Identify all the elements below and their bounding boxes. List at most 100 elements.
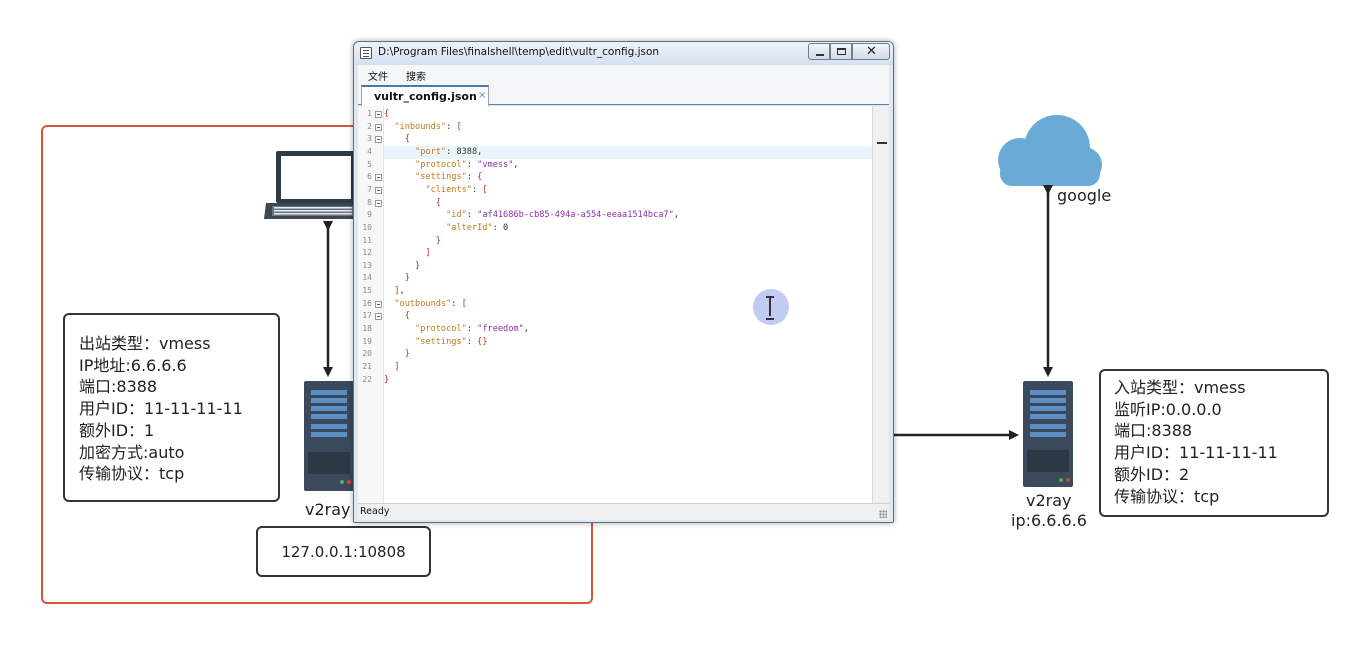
fold-toggle-icon[interactable] [375,174,382,182]
code-editor[interactable]: 1 2 3 4 5 6 7 8 9 10 11 12 13 14 15 16 17 18 19 20 21 22 { "i… [358,106,889,503]
tab-vultr-config[interactable]: vultr_config.json × [361,85,489,106]
line-number: 8 [367,197,372,207]
line-number: 2 [367,121,372,131]
close-icon: ✕ [866,44,877,59]
config-line: 监听IP:0.0.0.0 [1114,399,1222,419]
gutter-line: 8 [358,197,384,210]
local-proxy-box: 127.0.0.1:10808 [256,526,431,577]
config-line: IP地址:6.6.6.6 [79,355,187,375]
fold-toggle-icon[interactable] [375,111,382,118]
gutter-line: 21 [358,361,384,374]
cloud-icon [998,115,1102,186]
code-line[interactable]: } [384,374,872,387]
right-server-label: v2ray [1026,491,1072,510]
gutter-line: 6 [358,171,384,184]
line-number: 19 [362,336,372,346]
code-line[interactable]: { [384,310,872,323]
right-server-icon [1023,381,1073,487]
config-line: 入站类型：vmess [1114,378,1246,397]
fold-toggle-icon[interactable] [375,300,382,308]
gutter-line: 13 [358,260,384,273]
status-text: Ready [360,506,390,517]
config-line: 加密方式:auto [79,442,185,462]
line-number: 13 [362,260,372,270]
maximize-button[interactable] [830,43,852,60]
config-line: 用户ID：11-11-11-11 [79,399,243,419]
gutter-line: 17 [358,310,384,323]
config-line: 端口:8388 [1114,421,1193,441]
menu-search[interactable]: 搜索 [406,68,426,83]
line-number: 21 [362,362,372,371]
gutter-line: 19 [358,336,384,349]
menu-file[interactable]: 文件 [368,68,388,83]
fold-toggle-icon[interactable] [375,136,382,144]
code-line[interactable]: "alterId": 0 [384,222,872,235]
close-button[interactable]: ✕ [852,43,890,60]
config-line: 传输协议：tcp [1114,486,1220,506]
code-line[interactable]: "settings": {} [384,336,872,349]
status-bar: Ready [358,503,889,520]
line-number: 5 [367,159,372,169]
gutter-line: 14 [358,272,384,285]
scroll-marker [877,142,887,144]
line-number: 6 [367,172,372,182]
gutter-line: 7 [358,184,384,197]
config-line: 额外ID：1 [79,420,155,440]
code-line[interactable]: ] [384,247,872,260]
code-line[interactable]: } [384,260,872,273]
line-number: 17 [362,311,372,321]
fold-toggle-icon[interactable] [375,199,382,207]
config-line: 额外ID：2 [1114,464,1190,484]
code-line[interactable]: ], [384,285,872,298]
gutter-line: 3 [358,133,384,146]
local-proxy-address: 127.0.0.1:10808 [281,543,406,561]
gutter-line: 12 [358,247,384,260]
config-line: 端口:8388 [79,377,158,397]
gutter-line: 18 [358,323,384,336]
screen: 出站类型：vmess IP地址:6.6.6.6 端口:8388 用户ID：11-… [0,0,1359,663]
vertical-scrollbar[interactable] [872,106,889,503]
tab-close-icon[interactable]: × [478,90,486,101]
line-number: 3 [367,134,372,144]
code-line[interactable]: { [384,197,872,210]
config-line: 出站类型：vmess [79,334,211,353]
code-line[interactable]: "inbounds": [ [384,121,872,134]
gutter-line: 5 [358,159,384,172]
gutter-line: 11 [358,235,384,248]
code-area[interactable]: { "inbounds": [ { "port": 8388, "protoco… [384,106,872,503]
resize-grip-icon[interactable] [879,510,887,518]
code-line[interactable]: ] [384,361,872,374]
code-line[interactable]: "clients": [ [384,184,872,197]
tab-bar: vultr_config.json × [358,84,889,106]
line-number: 16 [362,298,372,308]
fold-toggle-icon[interactable] [375,313,382,321]
code-line[interactable]: "protocol": "vmess", [384,159,872,172]
code-line[interactable]: "settings": { [384,171,872,184]
left-server-icon [304,381,354,491]
text-cursor-icon [766,296,774,320]
code-line[interactable]: "outbounds": [ [384,298,872,311]
code-line[interactable]: { [384,133,872,146]
code-line[interactable]: "protocol": "freedom", [384,323,872,336]
fold-toggle-icon[interactable] [375,186,382,194]
code-line[interactable]: } [384,272,872,285]
code-line[interactable]: } [384,235,872,248]
fold-toggle-icon[interactable] [375,123,382,131]
editor-window[interactable]: D:\Program Files\finalshell\temp\edit\vu… [353,41,894,523]
gutter-line: 10 [358,222,384,235]
gutter-line: 16 [358,298,384,311]
line-number: 9 [367,210,372,220]
line-number: 10 [362,222,372,232]
code-line[interactable]: "port": 8388, [384,145,872,159]
code-line[interactable]: "id": "af41686b-cb85-494a-a554-eeaa1514b… [384,209,872,222]
line-number: 22 [362,374,372,384]
code-line[interactable]: } [384,348,872,361]
minimize-button[interactable] [808,43,830,60]
window-titlebar[interactable]: D:\Program Files\finalshell\temp\edit\vu… [354,42,893,65]
line-number: 15 [362,286,372,296]
line-number-gutter: 1 2 3 4 5 6 7 8 9 10 11 12 13 14 15 16 17 18 19 20 21 22 [358,106,384,503]
code-line[interactable]: { [384,108,872,121]
line-number: 14 [362,273,372,283]
laptop-icon [264,151,366,219]
cloud-label: google [1057,186,1112,205]
